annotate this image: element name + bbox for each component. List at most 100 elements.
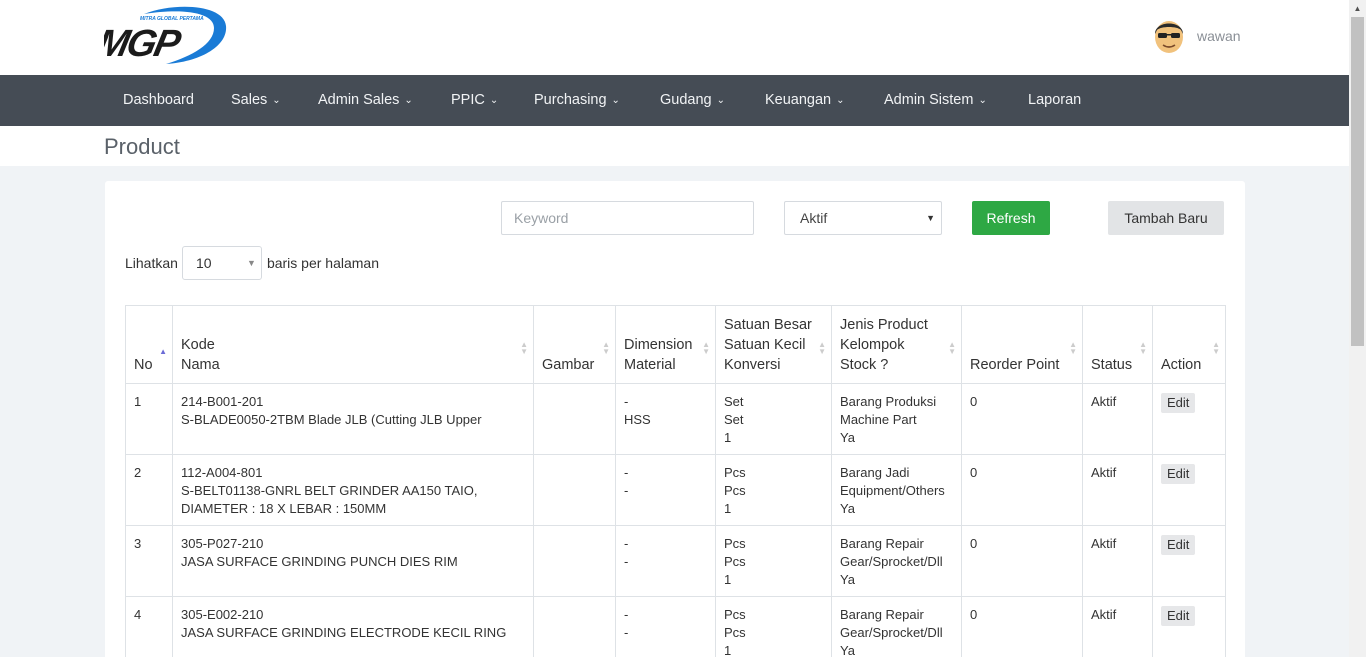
cell-material-value: - — [624, 483, 629, 498]
cell-action: Edit — [1152, 596, 1226, 657]
col-reorder-header[interactable]: Reorder Point ▲ ▼ — [961, 305, 1083, 384]
page-size-select[interactable]: 10 ▼ — [181, 246, 262, 280]
col-status-header[interactable]: Status ▲ ▼ — [1082, 305, 1153, 384]
cell-kode-nama: 305-P027-210 JASA SURFACE GRINDING PUNCH … — [172, 525, 534, 597]
cell-status: Aktif — [1082, 454, 1153, 526]
cell-action: Edit — [1152, 454, 1226, 526]
table-header-row: No ▲ Kode Nama ▲ ▼ Gambar ▲ ▼ Dimension Materia… — [125, 305, 1226, 384]
user-avatar-icon — [1155, 21, 1183, 53]
page-scrollbar[interactable]: ▲ — [1349, 0, 1366, 657]
header-label: Reorder Point — [970, 357, 1060, 373]
cell-jenis-value: Barang Repair — [840, 607, 924, 622]
nav-keuangan[interactable]: Keuangan ⌄ — [765, 75, 845, 126]
sort-icon: ▲ ▼ — [602, 340, 610, 356]
cell-no: 2 — [125, 454, 173, 526]
scroll-thumb[interactable] — [1351, 17, 1364, 346]
cell-kelompok-value: Gear/Sprocket/Dll — [840, 554, 943, 569]
chevron-down-icon: ⌄ — [978, 95, 987, 106]
cell-kode-nama: 305-E002-210 JASA SURFACE GRINDING ELECTR… — [172, 596, 534, 657]
cell-dimension-value: - — [624, 465, 629, 480]
cell-stock-value: Ya — [840, 572, 855, 587]
refresh-button[interactable]: Refresh — [972, 201, 1050, 235]
header-label: Satuan Kecil — [724, 337, 806, 353]
nav-label: Sales — [231, 92, 268, 108]
cell-jenis: Barang Repair Gear/Sprocket/Dll Ya — [831, 525, 962, 597]
status-filter-select[interactable]: Aktif ▼ — [784, 201, 942, 235]
chevron-down-icon: ⌄ — [272, 95, 281, 106]
col-jenis-header[interactable]: Jenis Product Kelompok Stock ? ▲ ▼ — [831, 305, 962, 384]
nav-laporan[interactable]: Laporan — [1028, 75, 1081, 126]
edit-button[interactable]: Edit — [1161, 535, 1196, 555]
cell-gambar — [533, 454, 616, 526]
nav-label: Keuangan — [765, 92, 832, 108]
cell-status: Aktif — [1082, 383, 1153, 455]
main-navbar: Dashboard Sales ⌄ Admin Sales ⌄ PPIC ⌄ Purc… — [0, 75, 1349, 126]
table-row: 4 305-E002-210 JASA SURFACE GRINDING ELEC… — [125, 596, 1226, 657]
cell-status: Aktif — [1082, 525, 1153, 597]
header-label: Konversi — [724, 357, 781, 373]
cell-stock-value: Ya — [840, 430, 855, 445]
nav-admin-sistem[interactable]: Admin Sistem ⌄ — [884, 75, 987, 126]
nav-label: Admin Sistem — [884, 92, 974, 108]
col-dimension-header[interactable]: Dimension Material ▲ ▼ — [615, 305, 716, 384]
cell-kode-nama: 214-B001-201 S-BLADE0050-2TBM Blade JLB (… — [172, 383, 534, 455]
page-size-suffix: baris per halaman — [266, 255, 379, 271]
cell-satuan-kecil: Pcs — [724, 483, 746, 498]
col-satuan-header[interactable]: Satuan Besar Satuan Kecil Konversi ▲ ▼ — [715, 305, 832, 384]
table-row: 3 305-P027-210 JASA SURFACE GRINDING PUNC… — [125, 525, 1226, 597]
cell-satuan: Pcs Pcs 1 — [715, 596, 832, 657]
chevron-down-icon: ⌄ — [611, 95, 620, 106]
add-new-button[interactable]: Tambah Baru — [1108, 201, 1224, 235]
edit-button[interactable]: Edit — [1161, 393, 1196, 413]
cell-satuan-kecil: Set — [724, 412, 744, 427]
nav-label: Dashboard — [123, 92, 194, 108]
header-label: Stock ? — [840, 357, 889, 373]
nav-ppic[interactable]: PPIC ⌄ — [451, 75, 498, 126]
sort-icon: ▲ ▼ — [1069, 340, 1077, 356]
nav-label: PPIC — [451, 92, 485, 108]
col-gambar-header[interactable]: Gambar ▲ ▼ — [533, 305, 616, 384]
product-card: Aktif ▼ Refresh Tambah Baru Lihatkan 10 … — [105, 181, 1245, 657]
cell-jenis: Barang Produksi Machine Part Ya — [831, 383, 962, 455]
cell-konversi: 1 — [724, 572, 732, 587]
nav-purchasing[interactable]: Purchasing ⌄ — [534, 75, 620, 126]
col-action-header[interactable]: Action ▲ ▼ — [1152, 305, 1226, 384]
cell-jenis-value: Barang Repair — [840, 536, 924, 551]
cell-no: 4 — [125, 596, 173, 657]
scroll-up-arrow-icon[interactable]: ▲ — [1349, 0, 1366, 17]
cell-nama: S-BELT01138-GNRL BELT GRINDER AA150 TAIO… — [181, 483, 478, 516]
cell-satuan-besar: Pcs — [724, 607, 746, 622]
cell-reorder: 0 — [961, 596, 1083, 657]
cell-material-value: HSS — [624, 412, 651, 427]
header-label: Dimension — [624, 337, 693, 353]
cell-dimension: -- — [615, 454, 716, 526]
cell-reorder: 0 — [961, 454, 1083, 526]
company-logo[interactable]: MITRA GLOBAL PERTAMA MGP — [93, 4, 230, 68]
header-label: Jenis Product — [840, 317, 928, 333]
cell-dimension-value: - — [624, 394, 629, 409]
cell-konversi: 1 — [724, 643, 732, 657]
caret-down-icon: ▼ — [246, 258, 256, 268]
nav-label: Gudang — [660, 92, 712, 108]
nav-dashboard[interactable]: Dashboard — [123, 75, 194, 126]
nav-gudang[interactable]: Gudang ⌄ — [660, 75, 725, 126]
cell-jenis: Barang Repair Gear/Sprocket/Dll Ya — [831, 596, 962, 657]
cell-action: Edit — [1152, 525, 1226, 597]
col-no-header[interactable]: No ▲ — [125, 305, 173, 384]
col-kode-nama-header[interactable]: Kode Nama ▲ ▼ — [172, 305, 534, 384]
cell-no: 1 — [125, 383, 173, 455]
header-label: Kelompok — [840, 337, 905, 353]
header-label: No — [134, 357, 153, 373]
keyword-input[interactable] — [501, 201, 754, 235]
cell-kode-nama: 112-A004-801 S-BELT01138-GNRL BELT GRINDE… — [172, 454, 534, 526]
user-menu[interactable]: wawan — [1151, 18, 1241, 54]
nav-admin-sales[interactable]: Admin Sales ⌄ — [318, 75, 413, 126]
cell-kode: 214-B001-201 — [181, 394, 264, 409]
cell-dimension-value: - — [624, 536, 629, 551]
sort-icon: ▲ ▼ — [1212, 340, 1220, 356]
edit-button[interactable]: Edit — [1161, 606, 1196, 626]
edit-button[interactable]: Edit — [1161, 464, 1196, 484]
nav-sales[interactable]: Sales ⌄ — [231, 75, 281, 126]
cell-jenis: Barang Jadi Equipment/Others Ya — [831, 454, 962, 526]
cell-jenis-value: Barang Produksi — [840, 394, 937, 409]
